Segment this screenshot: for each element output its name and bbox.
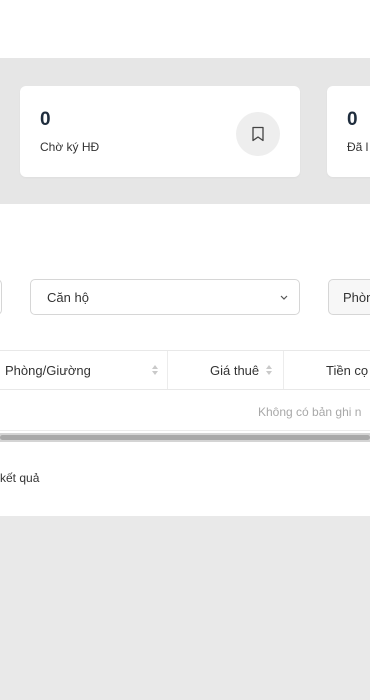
column-header-room[interactable]: Phòng/Giường [5,363,91,378]
horizontal-scrollbar[interactable] [0,433,370,442]
result-count-text: kết quả [0,471,40,485]
bookmark-icon-button[interactable] [236,112,280,156]
page-header-area [0,0,370,58]
room-select[interactable]: Phòn [328,279,370,315]
stat-label: Đã l [347,140,369,154]
column-header-rent[interactable]: Giá thuê [210,363,259,378]
select-value: Căn hộ [47,290,89,305]
stat-value: 0 [347,109,358,130]
bookmark-icon [252,126,264,142]
stat-label: Chờ ký HĐ [40,140,100,154]
table-empty-row: Không có bản ghi n [0,391,370,431]
table-header: Phòng/Giường Giá thuê Tiền cọ [0,350,370,390]
stat-card-second[interactable]: 0 Đã l [327,86,370,177]
sort-icon[interactable] [151,364,159,376]
property-type-select[interactable]: Căn hộ [30,279,300,315]
stat-value: 0 [40,109,51,130]
stat-card-pending-contract[interactable]: 0 Chờ ký HĐ [20,86,300,177]
column-divider [283,351,284,389]
empty-message: Không có bản ghi n [258,405,362,419]
column-header-deposit[interactable]: Tiền cọ [326,363,368,378]
sort-icon[interactable] [265,364,273,376]
filter-select-left-partial[interactable] [0,279,2,315]
scrollbar-thumb[interactable] [0,435,370,440]
chevron-down-icon [280,295,288,300]
column-divider [167,351,168,389]
select-value: Phòn [343,290,370,305]
